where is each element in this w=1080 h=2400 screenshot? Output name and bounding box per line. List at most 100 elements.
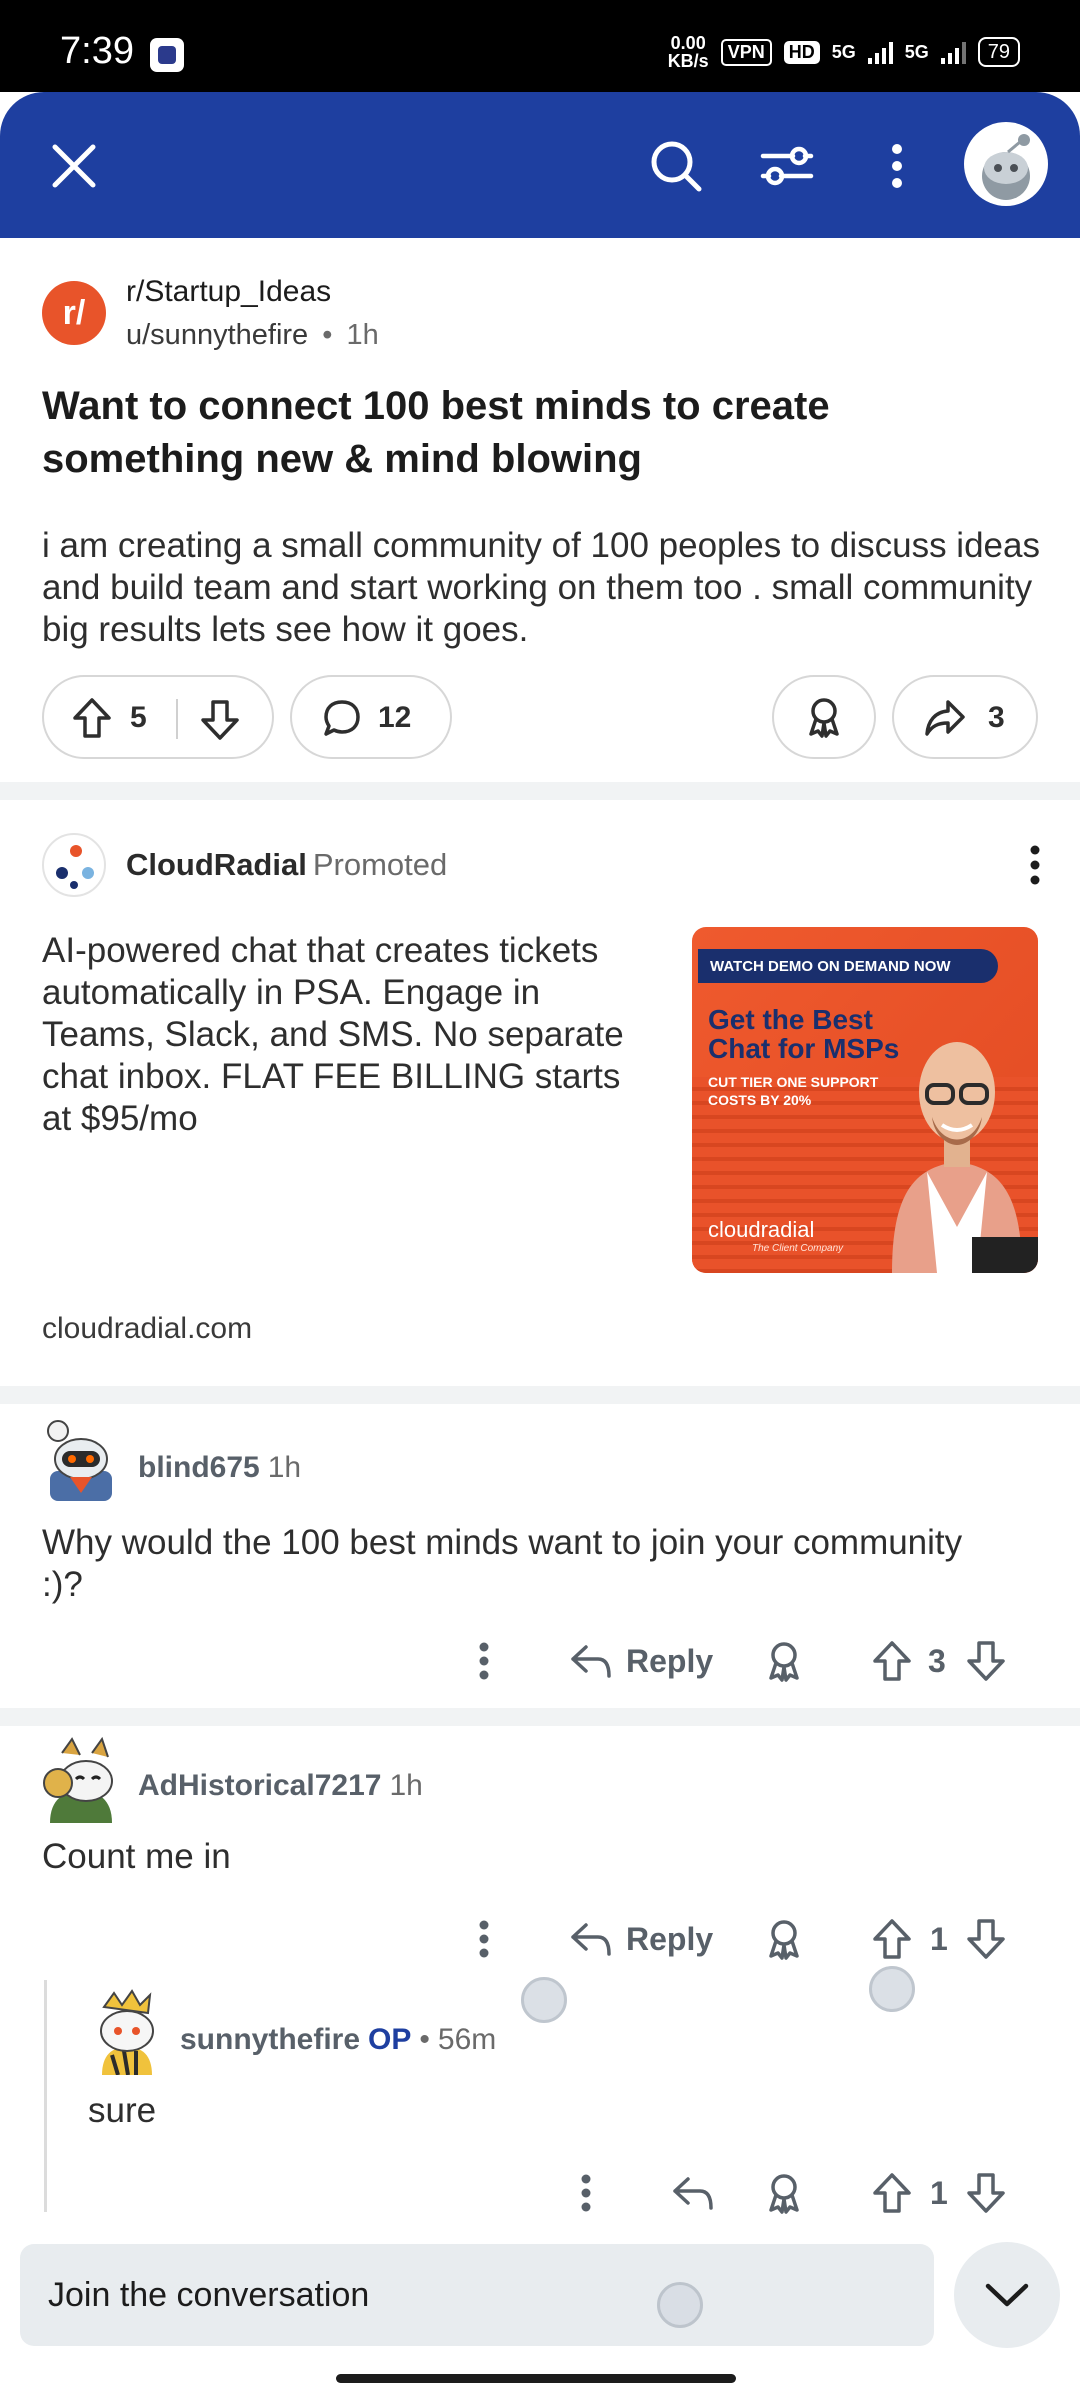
network-speed-unit: KB/s <box>667 51 709 71</box>
comment-author[interactable]: AdHistorical7217 1h <box>138 1769 423 1803</box>
user-avatar[interactable] <box>42 1733 120 1823</box>
post-body: i am creating a small community of 100 p… <box>42 526 1040 649</box>
post-comment-count: 12 <box>378 701 412 734</box>
promoted-domain-link[interactable]: cloudradial.com <box>42 1312 252 1346</box>
promoted-tag: Promoted <box>312 847 448 882</box>
status-indicators: 0.00 KB/s VPN HD 5G 5G 79 <box>668 34 1020 70</box>
sort-button[interactable] <box>745 124 829 208</box>
reply-label: Reply <box>626 1920 714 1957</box>
upvote-button[interactable] <box>72 697 112 744</box>
search-icon <box>651 141 702 192</box>
user-avatar[interactable] <box>42 1415 120 1505</box>
award-icon <box>769 2174 799 2214</box>
reply-button[interactable]: Reply <box>570 1626 713 1696</box>
comment-more-button[interactable] <box>478 1904 490 1974</box>
award-button[interactable] <box>764 2158 804 2228</box>
touch-indicator <box>521 1977 567 2023</box>
downvote-button[interactable] <box>966 1904 1006 1974</box>
promoted-image[interactable]: WATCH DEMO ON DEMAND NOW Get the Best Ch… <box>692 927 1038 1273</box>
home-indicator[interactable] <box>336 2374 736 2383</box>
comment-more-button[interactable] <box>580 2158 592 2228</box>
touch-indicator <box>657 2282 703 2328</box>
arrow-down-icon <box>967 1641 1005 1681</box>
person-photo-illustration <box>892 1042 1038 1273</box>
network-type-1: 5G <box>831 41 856 62</box>
op-badge: OP <box>368 2023 412 2056</box>
reply-label: Reply <box>626 1642 714 1679</box>
award-button[interactable] <box>772 675 876 759</box>
reply-icon <box>673 2177 713 2210</box>
reply-icon <box>571 1645 611 1678</box>
post-meta: u/sunnythefire • 1h <box>126 319 379 352</box>
comments-button[interactable]: 12 <box>290 675 452 759</box>
cloudradial-logo[interactable] <box>42 833 106 897</box>
comment-author[interactable]: blind675 1h <box>138 1451 301 1485</box>
battery-level: 79 <box>977 37 1020 67</box>
downvote-button[interactable] <box>966 1626 1006 1696</box>
reply-button[interactable]: Reply <box>570 1904 713 1974</box>
promoted-more-button[interactable] <box>1028 845 1042 890</box>
promoted-advertiser[interactable]: CloudRadial Promoted <box>126 847 447 883</box>
more-vertical-icon <box>581 2174 591 2212</box>
comment-vote-count: 3 <box>928 1642 946 1679</box>
share-icon <box>925 700 965 736</box>
upvote-button[interactable] <box>872 1904 912 1974</box>
comment-header: blind675 1h <box>42 1415 942 1505</box>
post-header: r/ r/Startup_Ideas u/sunnythefire • 1h <box>42 275 942 355</box>
award-button[interactable] <box>764 1626 804 1696</box>
award-button[interactable] <box>764 1904 804 1974</box>
more-vertical-icon <box>1030 845 1040 885</box>
snoo-avatar-icon <box>982 134 1030 200</box>
post-share-count: 3 <box>988 701 1005 734</box>
sort-icon <box>760 146 814 186</box>
image-brand: cloudradial <box>708 1217 815 1242</box>
downvote-button[interactable] <box>966 2158 1006 2228</box>
post-vote-count: 5 <box>130 701 147 734</box>
more-options-button[interactable] <box>855 124 939 208</box>
section-divider <box>0 1386 1080 1404</box>
network-type-2: 5G <box>904 41 929 62</box>
comment-time: 1h <box>267 1451 302 1484</box>
post-time: 1h <box>346 319 379 351</box>
top-nav-bar <box>0 92 1080 238</box>
comment-more-button[interactable] <box>478 1626 490 1696</box>
arrow-up-icon <box>873 1919 911 1959</box>
comment-icon <box>324 700 360 736</box>
comment-body: Why would the 100 best minds want to joi… <box>42 1523 963 1604</box>
arrow-up-icon <box>873 2173 911 2213</box>
comment-time: 1h <box>389 1769 423 1802</box>
meta-separator: • <box>322 319 333 351</box>
close-button[interactable] <box>32 124 116 208</box>
search-button[interactable] <box>634 124 718 208</box>
reply-button[interactable] <box>672 2158 714 2228</box>
network-speed-value: 0.00 <box>670 33 706 53</box>
meta-separator: • <box>419 2023 430 2056</box>
author-name: blind675 <box>138 1451 260 1484</box>
advertiser-name: CloudRadial <box>126 847 307 882</box>
post-author[interactable]: u/sunnythefire <box>126 319 308 351</box>
comment-time: 56m <box>437 2023 497 2056</box>
subreddit-name[interactable]: r/Startup_Ideas <box>126 275 331 309</box>
author-name: sunnythefire <box>180 2023 361 2056</box>
subreddit-icon[interactable]: r/ <box>42 281 106 345</box>
collapse-button[interactable] <box>954 2242 1060 2348</box>
chevron-down-icon <box>985 2283 1029 2307</box>
share-button[interactable]: 3 <box>892 675 1038 759</box>
arrow-down-icon <box>967 1919 1005 1959</box>
join-conversation-input[interactable]: Join the conversation <box>20 2244 934 2346</box>
arrow-up-icon <box>73 698 111 738</box>
downvote-button[interactable] <box>200 699 240 746</box>
user-avatar[interactable] <box>88 1985 166 2075</box>
more-vertical-icon <box>479 1920 489 1958</box>
comment-vote-count: 1 <box>930 2174 948 2211</box>
upvote-button[interactable] <box>872 2158 912 2228</box>
upvote-button[interactable] <box>872 1626 912 1696</box>
user-avatar-button[interactable] <box>964 122 1048 206</box>
promoted-text[interactable]: AI-powered chat that creates tickets aut… <box>42 930 642 1140</box>
comment-vote-count: 1 <box>930 1920 948 1957</box>
comment-actions: Reply 1 <box>0 1904 1080 1974</box>
section-divider <box>0 1708 1080 1726</box>
comment-author[interactable]: sunnythefire OP • 56m <box>180 2023 496 2057</box>
vote-pill: 5 <box>42 675 274 759</box>
comment-header: AdHistorical7217 1h <box>42 1733 942 1823</box>
